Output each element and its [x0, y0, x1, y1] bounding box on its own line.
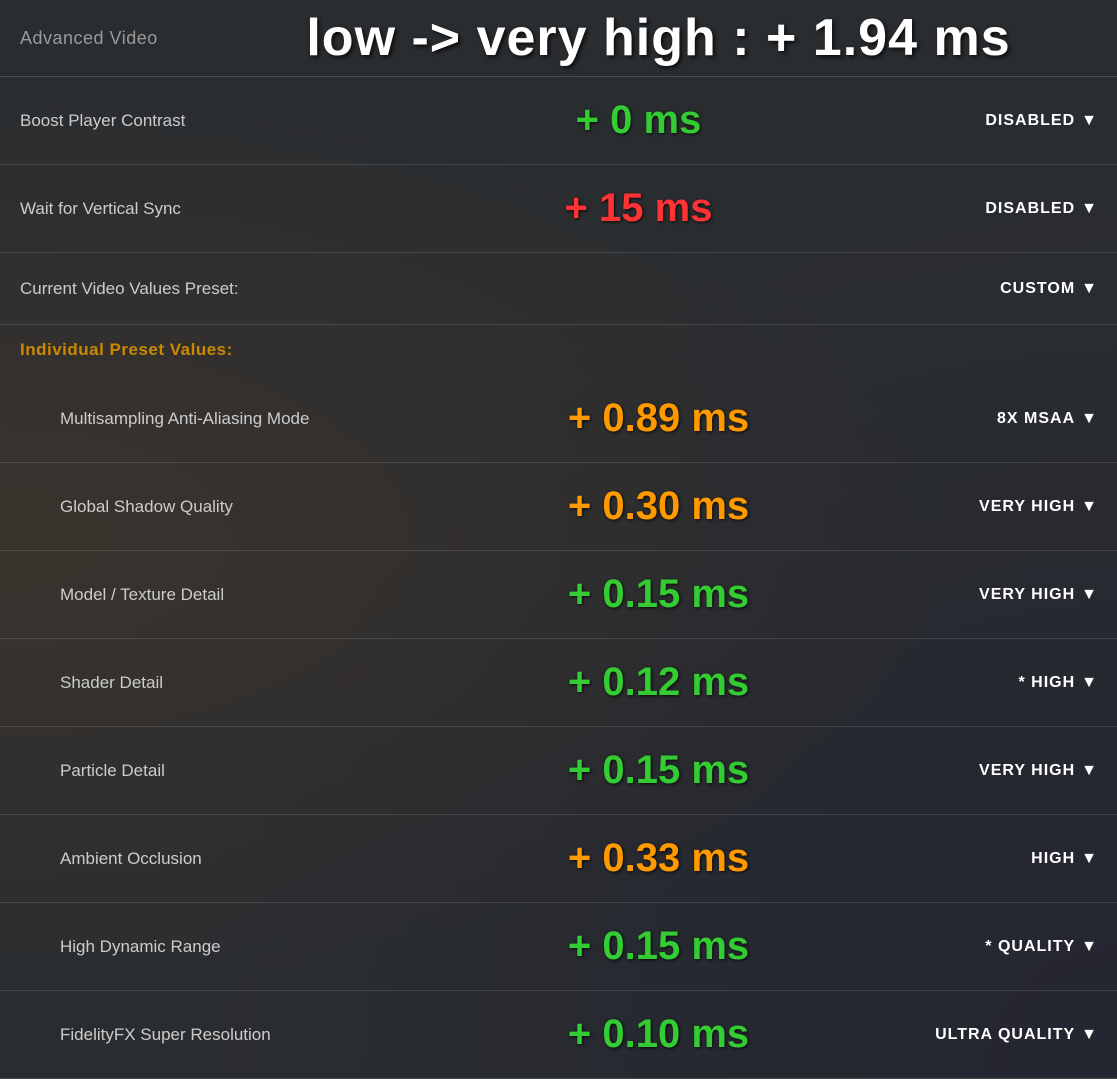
header-main-value: low -> very high : + 1.94 ms [220, 8, 1097, 68]
shadow-quality-chevron: ▼ [1081, 498, 1097, 516]
msaa-value: + 0.89 ms [400, 396, 917, 441]
individual-preset-header: Individual Preset Values: [0, 325, 1117, 375]
shadow-quality-control[interactable]: VERY HIGH ▼ [917, 498, 1097, 516]
shadow-quality-value: + 0.30 ms [400, 484, 917, 529]
boost-player-contrast-row: Boost Player Contrast + 0 ms DISABLED ▼ [0, 77, 1117, 165]
msaa-row: Multisampling Anti-Aliasing Mode + 0.89 … [0, 375, 1117, 463]
boost-player-contrast-value: + 0 ms [360, 98, 917, 143]
hdr-control[interactable]: * QUALITY ▼ [917, 938, 1097, 956]
particle-detail-control[interactable]: VERY HIGH ▼ [917, 762, 1097, 780]
preset-row: Current Video Values Preset: CUSTOM ▼ [0, 253, 1117, 325]
fsr-label: FidelityFX Super Resolution [60, 1025, 400, 1045]
shadow-quality-label: Global Shadow Quality [60, 497, 400, 517]
msaa-label: Multisampling Anti-Aliasing Mode [60, 409, 400, 429]
texture-detail-label: Model / Texture Detail [60, 585, 400, 605]
ambient-occlusion-chevron: ▼ [1081, 850, 1097, 868]
vertical-sync-control[interactable]: DISABLED ▼ [917, 200, 1097, 218]
shader-detail-label: Shader Detail [60, 673, 400, 693]
msaa-chevron: ▼ [1081, 410, 1097, 428]
preset-chevron: ▼ [1081, 280, 1097, 298]
ambient-occlusion-setting: HIGH [1031, 850, 1075, 868]
fsr-chevron: ▼ [1081, 1026, 1097, 1044]
vertical-sync-value: + 15 ms [360, 186, 917, 231]
particle-detail-label: Particle Detail [60, 761, 400, 781]
shader-detail-row: Shader Detail + 0.12 ms * HIGH ▼ [0, 639, 1117, 727]
section-title: Advanced Video [20, 28, 220, 49]
shader-detail-chevron: ▼ [1081, 674, 1097, 692]
individual-preset-label: Individual Preset Values: [20, 340, 233, 360]
vertical-sync-label: Wait for Vertical Sync [20, 199, 360, 219]
hdr-chevron: ▼ [1081, 938, 1097, 956]
particle-detail-value: + 0.15 ms [400, 748, 917, 793]
shader-detail-control[interactable]: * HIGH ▼ [917, 674, 1097, 692]
vertical-sync-setting: DISABLED [985, 200, 1075, 218]
ambient-occlusion-control[interactable]: HIGH ▼ [917, 850, 1097, 868]
shader-detail-setting: * HIGH [1018, 674, 1075, 692]
particle-detail-chevron: ▼ [1081, 762, 1097, 780]
fsr-value: + 0.10 ms [400, 1012, 917, 1057]
preset-control[interactable]: CUSTOM ▼ [917, 280, 1097, 298]
fsr-setting: ULTRA QUALITY [935, 1026, 1075, 1044]
hdr-setting: * QUALITY [985, 938, 1075, 956]
texture-detail-control[interactable]: VERY HIGH ▼ [917, 586, 1097, 604]
fsr-control[interactable]: ULTRA QUALITY ▼ [917, 1026, 1097, 1044]
hdr-row: High Dynamic Range + 0.15 ms * QUALITY ▼ [0, 903, 1117, 991]
header-row: Advanced Video low -> very high : + 1.94… [0, 0, 1117, 77]
texture-detail-setting: VERY HIGH [979, 586, 1075, 604]
msaa-setting: 8X MSAA [997, 410, 1075, 428]
boost-player-contrast-chevron: ▼ [1081, 112, 1097, 130]
particle-detail-setting: VERY HIGH [979, 762, 1075, 780]
preset-setting: CUSTOM [1000, 280, 1075, 298]
shader-detail-value: + 0.12 ms [400, 660, 917, 705]
fsr-row: FidelityFX Super Resolution + 0.10 ms UL… [0, 991, 1117, 1079]
boost-player-contrast-control[interactable]: DISABLED ▼ [917, 112, 1097, 130]
vertical-sync-row: Wait for Vertical Sync + 15 ms DISABLED … [0, 165, 1117, 253]
boost-player-contrast-label: Boost Player Contrast [20, 111, 360, 131]
ambient-occlusion-value: + 0.33 ms [400, 836, 917, 881]
texture-detail-chevron: ▼ [1081, 586, 1097, 604]
vertical-sync-chevron: ▼ [1081, 200, 1097, 218]
hdr-value: + 0.15 ms [400, 924, 917, 969]
msaa-control[interactable]: 8X MSAA ▼ [917, 410, 1097, 428]
hdr-label: High Dynamic Range [60, 937, 400, 957]
ambient-occlusion-label: Ambient Occlusion [60, 849, 400, 869]
particle-detail-row: Particle Detail + 0.15 ms VERY HIGH ▼ [0, 727, 1117, 815]
boost-player-contrast-setting: DISABLED [985, 112, 1075, 130]
ambient-occlusion-row: Ambient Occlusion + 0.33 ms HIGH ▼ [0, 815, 1117, 903]
texture-detail-value: + 0.15 ms [400, 572, 917, 617]
preset-label: Current Video Values Preset: [20, 279, 360, 299]
texture-detail-row: Model / Texture Detail + 0.15 ms VERY HI… [0, 551, 1117, 639]
shadow-quality-row: Global Shadow Quality + 0.30 ms VERY HIG… [0, 463, 1117, 551]
shadow-quality-setting: VERY HIGH [979, 498, 1075, 516]
